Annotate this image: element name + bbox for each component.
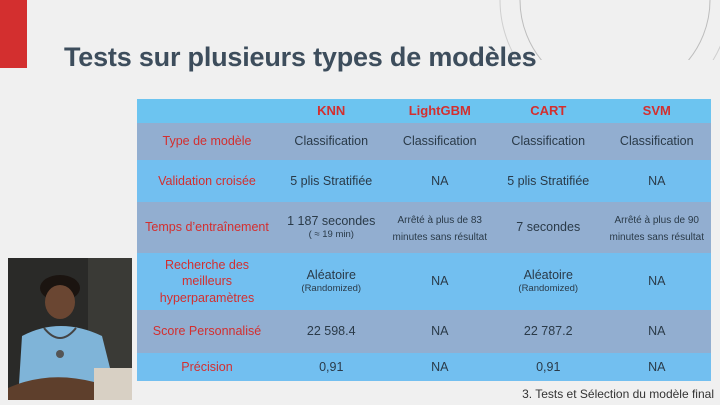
cell-value: NA	[431, 324, 449, 339]
table-header-row: KNN LightGBM CART SVM	[137, 99, 711, 123]
cell-note: Arrêté à plus de 90 minutes sans résulta…	[609, 215, 705, 243]
comparison-table-container: KNN LightGBM CART SVM Type de modèle Clas…	[137, 99, 711, 381]
cell-knn: Classification	[277, 123, 386, 160]
table-header-lightgbm: LightGBM	[385, 99, 494, 123]
table-header-svm: SVM	[602, 99, 711, 123]
row-label: Validation croisée	[137, 159, 277, 203]
table-header-corner	[137, 99, 277, 123]
table-row: Recherche des meilleurs hyperparamètres A…	[137, 253, 711, 310]
model-comparison-table: KNN LightGBM CART SVM Type de modèle Clas…	[137, 99, 711, 381]
cell-value: 0,91	[536, 359, 561, 374]
cell-value: 22 787.2	[523, 324, 573, 339]
cell-value: Classification	[619, 134, 694, 149]
row-label: Recherche des meilleurs hyperparamètres	[137, 253, 277, 310]
cell-subvalue: (Randomized)	[518, 283, 579, 295]
cell-value: NA	[431, 359, 449, 374]
cell-value: NA	[648, 359, 666, 374]
cell-svm: Arrêté à plus de 90 minutes sans résulta…	[602, 202, 711, 253]
cell-lightgbm: NA	[385, 253, 494, 310]
cell-value: NA	[648, 274, 666, 289]
cell-svm: NA	[602, 159, 711, 203]
cell-subvalue: ( ≈ 19 min)	[308, 229, 354, 241]
row-label: Temps d’entraînement	[137, 202, 277, 253]
cell-cart: 5 plis Stratifiée	[494, 159, 603, 203]
cell-svm: NA	[602, 309, 711, 353]
cell-value: 22 598.4	[306, 324, 356, 339]
cell-knn: Aléatoire (Randomized)	[277, 253, 386, 310]
cell-svm: Classification	[602, 123, 711, 160]
table-header-cart: CART	[494, 99, 603, 123]
row-label: Précision	[137, 352, 277, 381]
table-row: Type de modèle Classification Classificati…	[137, 123, 711, 160]
cell-value: NA	[431, 274, 449, 289]
cell-knn: 5 plis Stratifiée	[277, 159, 386, 203]
cell-value: Aléatoire	[306, 267, 356, 282]
cell-value: 0,91	[319, 359, 344, 374]
cell-note: Arrêté à plus de 83 minutes sans résulta…	[392, 215, 488, 243]
cell-svm: NA	[602, 352, 711, 381]
nurse-photo	[8, 258, 132, 400]
table-row: Validation croisée 5 plis Stratifiée NA 5 p…	[137, 159, 711, 203]
cell-knn: 0,91	[277, 352, 386, 381]
cell-value: NA	[648, 324, 666, 339]
cell-value: 5 plis Stratifiée	[290, 173, 373, 188]
page-title: Tests sur plusieurs types de modèles	[64, 42, 537, 72]
table-row: Précision 0,91 NA 0,91 NA	[137, 352, 711, 381]
red-accent-bar	[0, 0, 27, 68]
row-label: Score Personnalisé	[137, 309, 277, 353]
cell-lightgbm: NA	[385, 309, 494, 353]
cell-value: NA	[648, 173, 666, 188]
cell-value: NA	[431, 173, 449, 188]
cell-cart: 22 787.2	[494, 309, 603, 353]
cell-value: Aléatoire	[523, 267, 573, 282]
table-row: Temps d’entraînement 1 187 secondes( ≈ 19…	[137, 202, 711, 253]
cell-value: Classification	[511, 134, 586, 149]
cell-lightgbm: Classification	[385, 123, 494, 160]
cell-cart: Classification	[494, 123, 603, 160]
cell-cart: 7 secondes	[494, 202, 603, 253]
cell-value: Classification	[294, 134, 369, 149]
table-row: Score Personnalisé 22 598.4 NA 22 787.2 NA	[137, 309, 711, 353]
cell-value: 1 187 secondes	[287, 214, 376, 229]
cell-lightgbm: Arrêté à plus de 83 minutes sans résulta…	[385, 202, 494, 253]
cell-lightgbm: NA	[385, 352, 494, 381]
cell-lightgbm: NA	[385, 159, 494, 203]
cell-cart: 0,91	[494, 352, 603, 381]
table-header-knn: KNN	[277, 99, 386, 123]
cell-value: 5 plis Stratifiée	[507, 173, 590, 188]
cell-svm: NA	[602, 253, 711, 310]
cell-value: Classification	[402, 134, 477, 149]
cell-subvalue: (Randomized)	[301, 283, 362, 295]
cell-cart: Aléatoire (Randomized)	[494, 253, 603, 310]
cell-knn: 1 187 secondes( ≈ 19 min)	[277, 202, 386, 253]
cell-value: 7 secondes	[516, 220, 581, 235]
cell-knn: 22 598.4	[277, 309, 386, 353]
row-label: Type de modèle	[137, 123, 277, 160]
footer-section-label: 3. Tests et Sélection du modèle final	[522, 387, 714, 401]
